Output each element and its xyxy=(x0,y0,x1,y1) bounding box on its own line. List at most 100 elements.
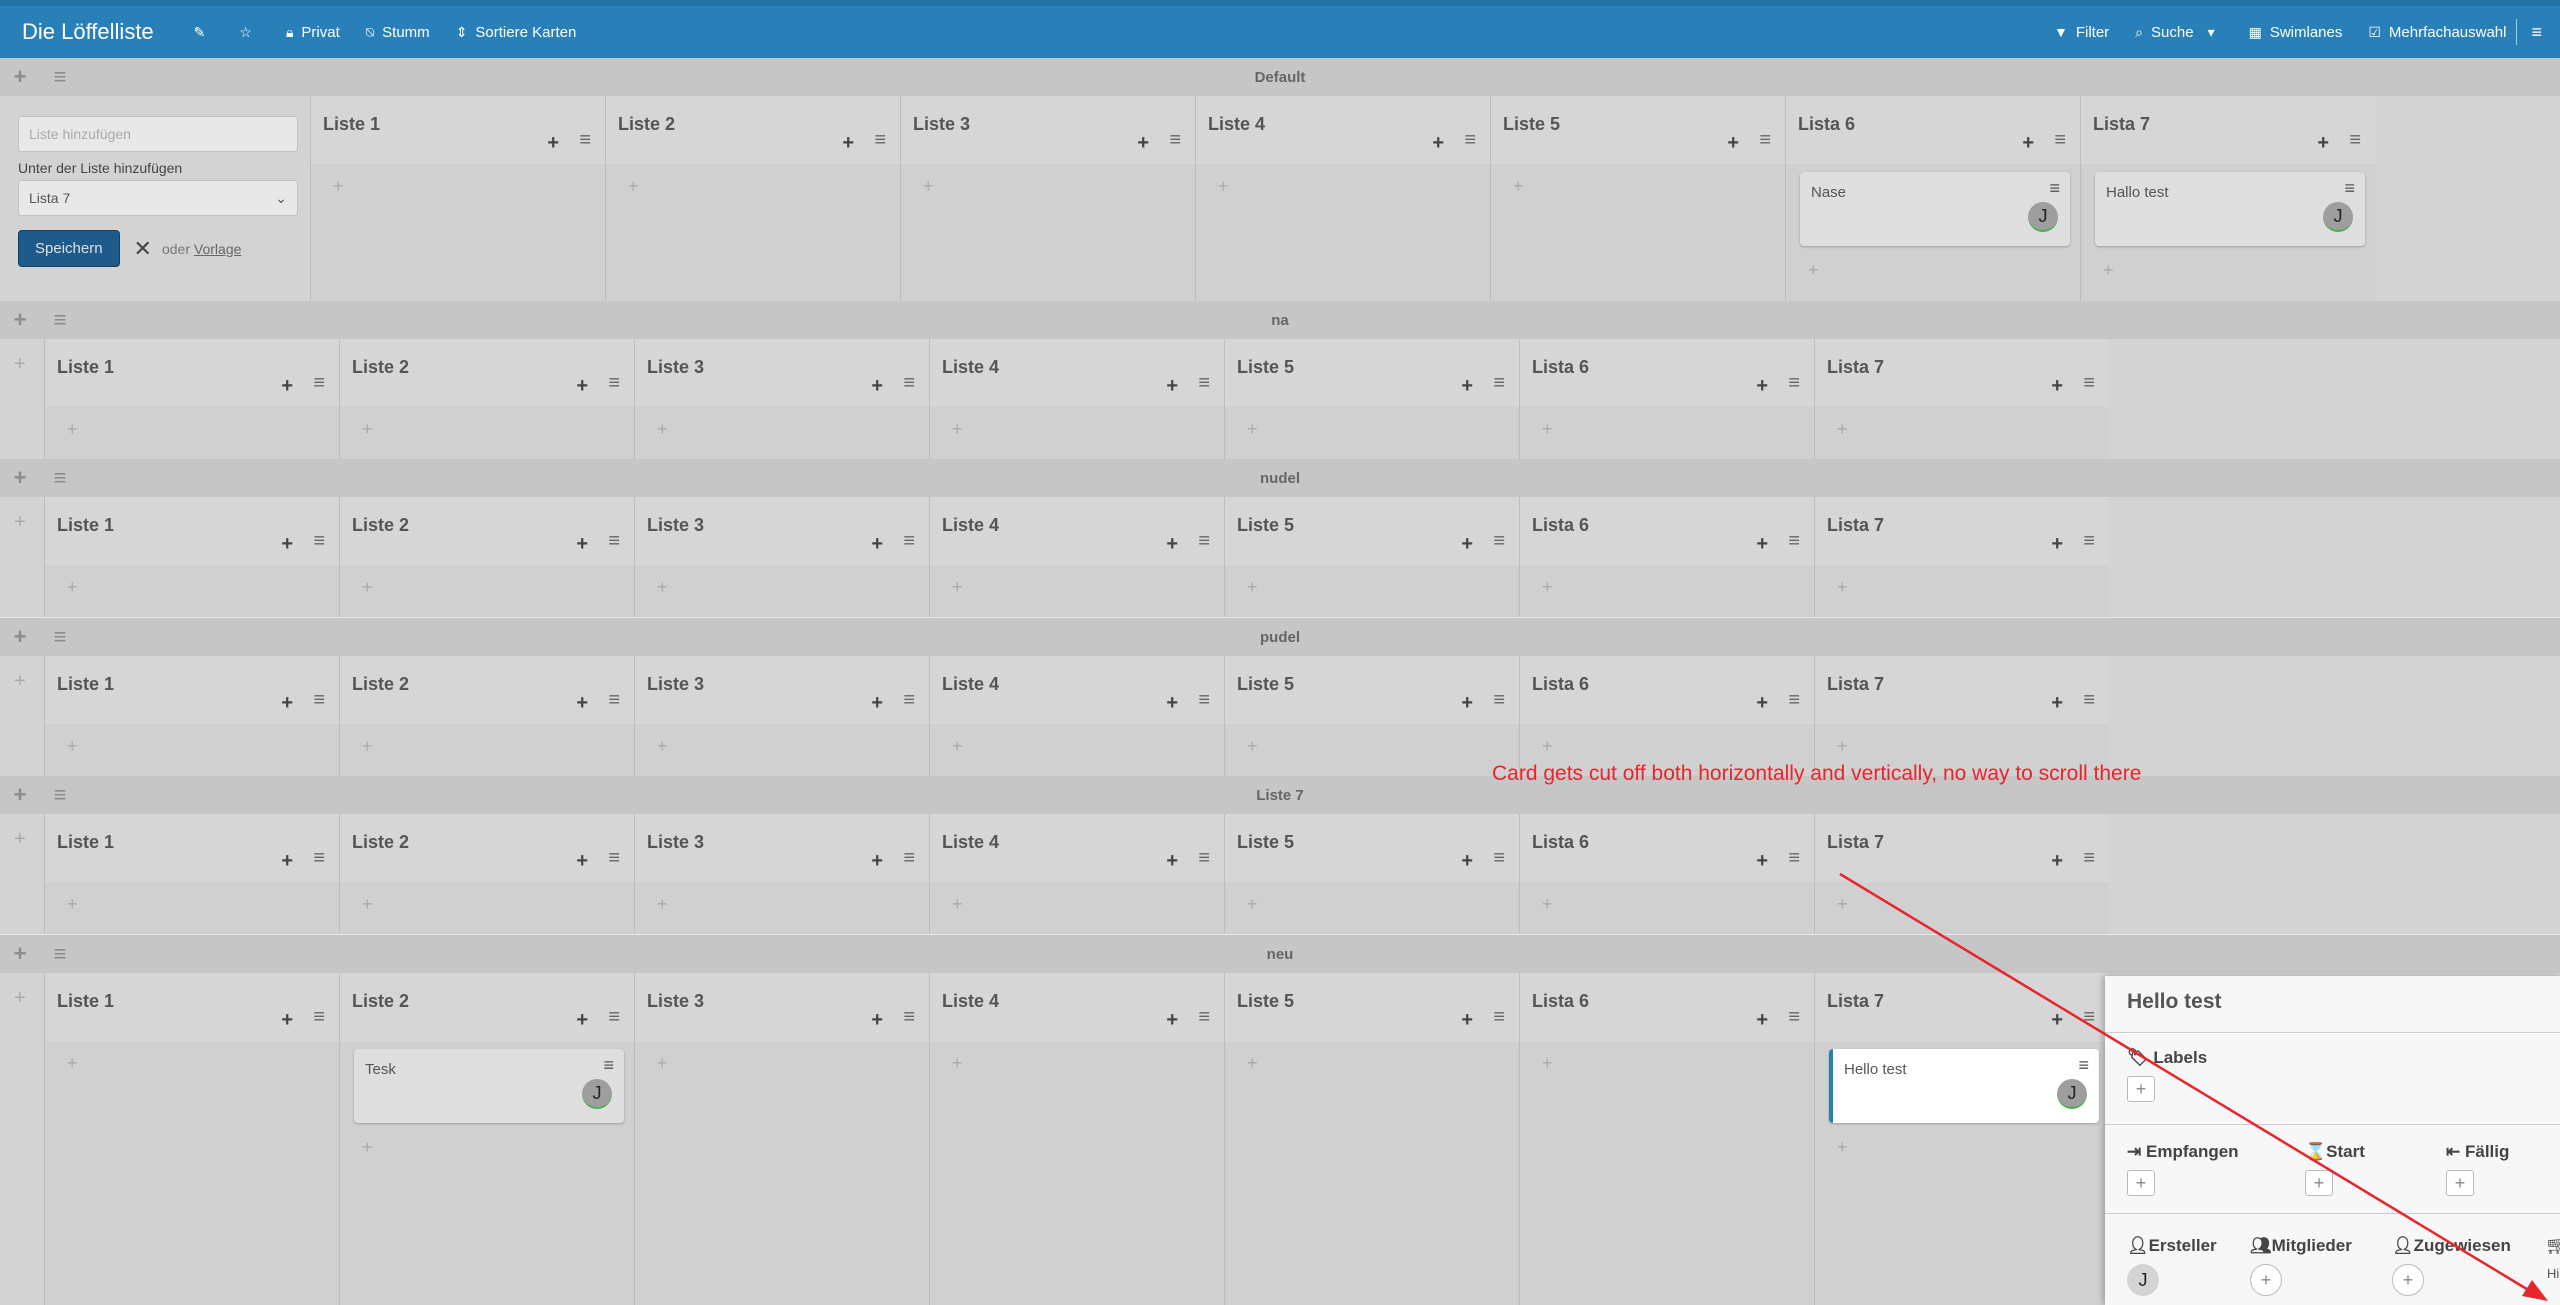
list-title[interactable]: Liste 4 xyxy=(942,515,999,536)
close-icon[interactable]: ✕ xyxy=(134,236,152,262)
list-menu-icon[interactable]: ≡ xyxy=(903,530,915,553)
list-menu-icon[interactable]: ≡ xyxy=(1493,530,1505,553)
add-card-top-icon[interactable]: + xyxy=(1756,850,1768,873)
save-button[interactable]: Speichern xyxy=(18,230,120,267)
list-position-select[interactable]: Lista 7 ⌄ xyxy=(18,180,298,216)
list-title[interactable]: Liste 4 xyxy=(942,832,999,853)
add-card-top-icon[interactable]: + xyxy=(576,375,588,398)
add-card-icon[interactable]: + xyxy=(657,736,668,757)
list-title[interactable]: Liste 1 xyxy=(323,114,380,135)
list-menu-icon[interactable]: ≡ xyxy=(1493,689,1505,712)
list-menu-icon[interactable]: ≡ xyxy=(903,689,915,712)
add-card-icon[interactable]: + xyxy=(1837,577,1848,598)
card[interactable]: Tesk ≡ J xyxy=(354,1049,624,1123)
add-card-icon[interactable]: + xyxy=(1247,577,1258,598)
list-menu-icon[interactable]: ≡ xyxy=(1198,372,1210,395)
add-card-top-icon[interactable]: + xyxy=(1432,132,1444,155)
add-card-top-icon[interactable]: + xyxy=(2051,375,2063,398)
add-card-icon[interactable]: + xyxy=(1837,894,1848,915)
edit-board-button[interactable]: ✎ xyxy=(194,24,214,41)
add-card-icon[interactable]: + xyxy=(67,736,78,757)
card-menu-icon[interactable]: ≡ xyxy=(603,1055,614,1076)
card[interactable]: Nase ≡ J xyxy=(1800,172,2070,246)
star-button[interactable]: ☆ xyxy=(239,24,260,41)
add-card-top-icon[interactable]: + xyxy=(1461,692,1473,715)
add-card-icon[interactable]: + xyxy=(952,577,963,598)
list-title[interactable]: Liste 5 xyxy=(1237,357,1294,378)
add-swimlane-icon[interactable]: + xyxy=(0,624,40,650)
add-card-icon[interactable]: + xyxy=(362,736,373,757)
list-title[interactable]: Liste 2 xyxy=(352,832,409,853)
list-menu-icon[interactable]: ≡ xyxy=(313,689,325,712)
add-card-top-icon[interactable]: + xyxy=(1166,1009,1178,1032)
list-title[interactable]: Liste 1 xyxy=(57,515,114,536)
add-card-top-icon[interactable]: + xyxy=(281,692,293,715)
list-title[interactable]: Lista 6 xyxy=(1532,832,1589,853)
add-member-button[interactable]: + xyxy=(2250,1264,2282,1296)
list-title[interactable]: Liste 4 xyxy=(942,357,999,378)
privacy-button[interactable]: 🔒︎ Privat xyxy=(286,24,340,41)
list-menu-icon[interactable]: ≡ xyxy=(2083,689,2095,712)
list-menu-icon[interactable]: ≡ xyxy=(313,847,325,870)
add-card-icon[interactable]: + xyxy=(657,419,668,440)
add-card-icon[interactable]: + xyxy=(67,894,78,915)
add-card-top-icon[interactable]: + xyxy=(1756,533,1768,556)
add-card-icon[interactable]: + xyxy=(1542,577,1553,598)
add-received-button[interactable]: + xyxy=(2127,1170,2155,1196)
list-title[interactable]: Lista 6 xyxy=(1532,357,1589,378)
view-dropdown[interactable]: ▾ xyxy=(2208,24,2223,41)
avatar[interactable]: J xyxy=(582,1079,612,1109)
list-title[interactable]: Lista 6 xyxy=(1798,114,1855,135)
add-list-icon[interactable]: + xyxy=(14,511,26,534)
add-swimlane-icon[interactable]: + xyxy=(0,941,40,967)
add-card-top-icon[interactable]: + xyxy=(1756,692,1768,715)
add-card-top-icon[interactable]: + xyxy=(281,375,293,398)
add-card-top-icon[interactable]: + xyxy=(871,850,883,873)
list-menu-icon[interactable]: ≡ xyxy=(1493,1006,1505,1029)
list-title[interactable]: Liste 3 xyxy=(913,114,970,135)
add-card-icon[interactable]: + xyxy=(67,577,78,598)
add-swimlane-icon[interactable]: + xyxy=(0,307,40,333)
list-title[interactable]: Liste 4 xyxy=(942,674,999,695)
list-menu-icon[interactable]: ≡ xyxy=(608,847,620,870)
list-menu-icon[interactable]: ≡ xyxy=(2083,530,2095,553)
add-swimlane-icon[interactable]: + xyxy=(0,64,40,90)
list-menu-icon[interactable]: ≡ xyxy=(903,372,915,395)
list-menu-icon[interactable]: ≡ xyxy=(874,129,886,152)
list-menu-icon[interactable]: ≡ xyxy=(1759,129,1771,152)
add-card-top-icon[interactable]: + xyxy=(2317,132,2329,155)
list-title[interactable]: Liste 3 xyxy=(647,357,704,378)
mute-button[interactable]: ⍉ Stumm xyxy=(366,24,430,41)
list-menu-icon[interactable]: ≡ xyxy=(903,847,915,870)
add-card-top-icon[interactable]: + xyxy=(1137,132,1149,155)
card-menu-icon[interactable]: ≡ xyxy=(2344,178,2355,199)
card-menu-icon[interactable]: ≡ xyxy=(2049,178,2060,199)
list-title[interactable]: Lista 6 xyxy=(1532,991,1589,1012)
add-start-button[interactable]: + xyxy=(2305,1170,2333,1196)
add-card-top-icon[interactable]: + xyxy=(1461,850,1473,873)
add-due-button[interactable]: + xyxy=(2446,1170,2474,1196)
swimlane-menu-icon[interactable]: ≡ xyxy=(40,64,80,90)
card-menu-icon[interactable]: ≡ xyxy=(2078,1055,2089,1076)
add-card-icon[interactable]: + xyxy=(362,419,373,440)
card[interactable]: Hello test ≡ J xyxy=(1829,1049,2099,1123)
swimlane-menu-icon[interactable]: ≡ xyxy=(40,307,80,333)
add-card-top-icon[interactable]: + xyxy=(871,1009,883,1032)
filter-button[interactable]: ▼ Filter xyxy=(2054,24,2109,41)
add-card-top-icon[interactable]: + xyxy=(871,533,883,556)
list-menu-icon[interactable]: ≡ xyxy=(2349,129,2361,152)
list-title[interactable]: Liste 4 xyxy=(942,991,999,1012)
list-title[interactable]: Liste 5 xyxy=(1237,674,1294,695)
add-card-icon[interactable]: + xyxy=(1218,176,1229,197)
list-title[interactable]: Liste 2 xyxy=(352,357,409,378)
list-title[interactable]: Lista 7 xyxy=(1827,991,1884,1012)
template-link[interactable]: Vorlage xyxy=(194,241,241,257)
add-card-top-icon[interactable]: + xyxy=(2022,132,2034,155)
list-menu-icon[interactable]: ≡ xyxy=(1169,129,1181,152)
add-card-top-icon[interactable]: + xyxy=(842,132,854,155)
add-card-top-icon[interactable]: + xyxy=(1756,375,1768,398)
list-menu-icon[interactable]: ≡ xyxy=(1198,847,1210,870)
add-card-icon[interactable]: + xyxy=(1542,1053,1553,1074)
add-card-top-icon[interactable]: + xyxy=(1461,375,1473,398)
list-menu-icon[interactable]: ≡ xyxy=(608,530,620,553)
